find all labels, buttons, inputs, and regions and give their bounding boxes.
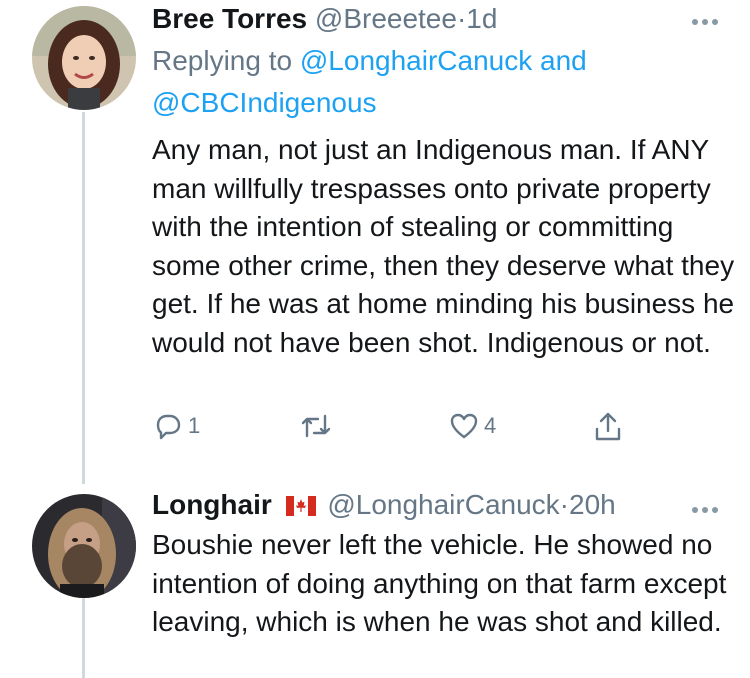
share-icon (592, 410, 624, 444)
thread-line (82, 598, 85, 678)
like-count: 4 (484, 413, 497, 438)
mention-link[interactable]: @LonghairCanuck (300, 45, 532, 76)
tweet-header: Bree Torres @Breeetee·1d (152, 2, 497, 36)
mention-link[interactable]: @CBCIndigenous (152, 87, 377, 118)
share-button[interactable] (592, 410, 624, 444)
author-name[interactable]: Bree Torres (152, 3, 307, 34)
like-button[interactable]: 4 (448, 410, 496, 442)
reply-icon (152, 410, 184, 442)
avatar[interactable] (32, 6, 136, 110)
reply-button[interactable]: 1 (152, 410, 200, 442)
retweet-button[interactable] (298, 410, 334, 442)
author-handle[interactable]: @Breeetee (315, 3, 457, 34)
author-name[interactable]: Longhair (152, 489, 272, 520)
mention-conjunction: and (540, 45, 587, 76)
heart-icon (448, 410, 480, 442)
separator-dot: · (456, 3, 467, 34)
tweet-header: Longhair @LonghairCanuck·20h (152, 488, 616, 524)
author-handle[interactable]: @LonghairCanuck (327, 489, 559, 520)
replying-to: Replying to @LonghairCanuck and @CBCIndi… (152, 40, 712, 124)
tweet-text: Any man, not just an Indigenous man. If … (152, 134, 735, 358)
avatar[interactable] (32, 494, 136, 598)
retweet-icon (298, 410, 334, 442)
canada-flag-icon (285, 490, 316, 524)
replying-to-label: Replying to (152, 45, 293, 76)
separator-dot: · (559, 489, 569, 520)
tweet-time[interactable]: 1d (466, 3, 497, 34)
tweet-text: Boushie never left the vehicle. He showe… (152, 529, 727, 637)
thread-line (82, 112, 85, 484)
tweet-time[interactable]: 20h (569, 489, 616, 520)
more-options-icon[interactable] (692, 500, 726, 514)
reply-count: 1 (188, 413, 201, 438)
tweet-actions: 1 4 (152, 410, 652, 450)
more-options-icon[interactable] (692, 12, 726, 26)
